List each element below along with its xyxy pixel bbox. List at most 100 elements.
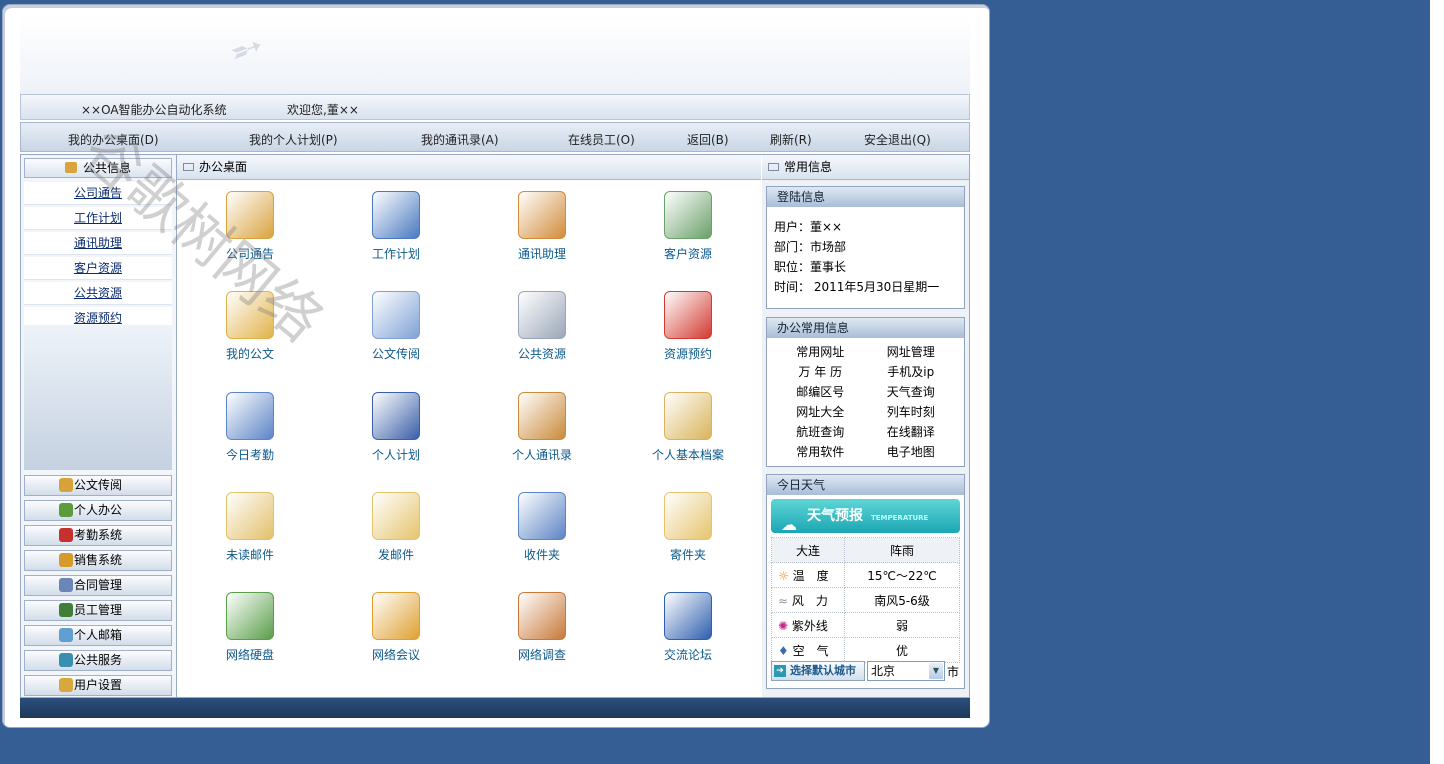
desktop-item[interactable]: 网络会议 <box>341 592 451 663</box>
forum-icon <box>664 592 712 640</box>
mailbox-icon <box>59 628 73 642</box>
selected-city: 北京 <box>871 664 896 678</box>
desktop-item-label: 公文传阅 <box>371 347 420 361</box>
menu-my-desktop[interactable]: 我的办公桌面(D) <box>68 131 159 148</box>
desktop-item[interactable]: 今日考勤 <box>195 392 305 463</box>
desktop-item[interactable]: 资源预约 <box>633 291 743 362</box>
weather-title: 今日天气 <box>767 475 964 495</box>
sidebar-group-documents[interactable]: 公文传阅 <box>24 475 172 496</box>
city-select[interactable]: 北京 ▼ <box>867 661 945 681</box>
sidebar-group-contracts[interactable]: 合同管理 <box>24 575 172 596</box>
person-icon <box>59 503 73 517</box>
sidebar-spacer <box>24 325 172 470</box>
weather-table: 大连 阵雨 ☼ 温 度 15℃～22℃ ≈ 风 力 南风5-6级 ✺ 紫外线 弱… <box>771 537 960 663</box>
desktop-item[interactable]: 寄件夹 <box>633 492 743 563</box>
desktop-item[interactable]: 个人通讯录 <box>487 392 597 463</box>
sidebar-group-label: 公文传阅 <box>73 478 122 492</box>
inbox-icon <box>518 492 566 540</box>
office-link[interactable]: 电子地图 <box>866 442 957 462</box>
desktop-item[interactable]: 交流论坛 <box>633 592 743 663</box>
office-link[interactable]: 网址大全 <box>775 402 866 422</box>
sidebar-group-mailbox[interactable]: 个人邮箱 <box>24 625 172 646</box>
weather-banner: ☁ 天气预报 TEMPERATURE <box>771 499 960 534</box>
office-link[interactable]: 手机及ip <box>866 362 957 382</box>
desktop-item[interactable]: 网络调查 <box>487 592 597 663</box>
menu-address-book[interactable]: 我的通讯录(A) <box>421 131 499 148</box>
desktop-item-label: 公共资源 <box>517 347 566 361</box>
default-city-row: ➔ 选择默认城市 北京 ▼ 市 <box>771 661 962 683</box>
weather-row-value: 南风5-6级 <box>844 587 960 613</box>
sidebar-item-comm-assistant[interactable]: 通讯助理 <box>24 232 172 255</box>
office-link[interactable]: 万 年 历 <box>775 362 866 382</box>
sidebar-item-public-resources[interactable]: 公共资源 <box>24 282 172 305</box>
sidebar-group-staff[interactable]: 员工管理 <box>24 600 172 621</box>
office-link[interactable]: 常用软件 <box>775 442 866 462</box>
desktop-item[interactable]: 公司通告 <box>195 191 305 262</box>
office-link[interactable]: 邮编区号 <box>775 382 866 402</box>
select-default-city-button[interactable]: ➔ 选择默认城市 <box>771 661 865 681</box>
sidebar-group-user-settings[interactable]: 用户设置 <box>24 675 172 696</box>
desktop-title: 办公桌面 <box>199 160 248 174</box>
office-link[interactable]: 网址管理 <box>866 342 957 362</box>
sidebar-group-label: 公共服务 <box>73 653 122 667</box>
footer-bar <box>20 698 970 718</box>
box-icon <box>59 553 73 567</box>
weather-row-label: 温 度 <box>792 568 829 583</box>
info-panel-title: 常用信息 <box>784 160 833 174</box>
login-time: 时间： 2011年5月30日星期一 <box>774 280 940 294</box>
sidebar-item-work-plan[interactable]: 工作计划 <box>24 207 172 230</box>
mail-clock-icon <box>226 492 274 540</box>
desktop-item[interactable]: 我的公文 <box>195 291 305 362</box>
desktop-item[interactable]: 发邮件 <box>341 492 451 563</box>
sidebar-group-public-info[interactable]: 公共信息 <box>24 158 172 178</box>
sidebar-group-label: 销售系统 <box>73 553 122 567</box>
sidebar-item-notice[interactable]: 公司通告 <box>24 182 172 205</box>
main-frame: 公共信息 公司通告 工作计划 通讯助理 客户资源 公共资源 资源预约 公文传阅 … <box>20 154 970 698</box>
date-14-icon <box>372 392 420 440</box>
office-link[interactable]: 在线翻译 <box>866 422 957 442</box>
sidebar-group-label: 考勤系统 <box>73 528 122 542</box>
sidebar-group-public-services[interactable]: 公共服务 <box>24 650 172 671</box>
desktop-item[interactable]: 未读邮件 <box>195 492 305 563</box>
globe-icon <box>59 653 73 667</box>
desktop-item[interactable]: 工作计划 <box>341 191 451 262</box>
desktop-item[interactable]: 收件夹 <box>487 492 597 563</box>
desktop-item[interactable]: 客户资源 <box>633 191 743 262</box>
settings-icon <box>59 678 73 692</box>
office-link[interactable]: 列车时刻 <box>866 402 957 422</box>
sidebar-group-label: 员工管理 <box>73 603 122 617</box>
menu-logout[interactable]: 安全退出(Q) <box>864 131 931 148</box>
sidebar-group-sales[interactable]: 销售系统 <box>24 550 172 571</box>
desktop-item-label: 工作计划 <box>371 247 420 261</box>
office-links-box: 办公常用信息 常用网址 网址管理万 年 历手机及ip 邮编区号 天气查询 网址大全 列车时… <box>766 317 965 467</box>
desktop-item[interactable]: 个人基本档案 <box>633 392 743 463</box>
desktop-item[interactable]: 公文传阅 <box>341 291 451 362</box>
desktop-item-label: 今日考勤 <box>225 448 274 462</box>
menu-refresh[interactable]: 刷新(R) <box>770 131 812 148</box>
office-link[interactable]: 航班查询 <box>775 422 866 442</box>
desktop-item-label: 寄件夹 <box>669 548 706 562</box>
login-user: 用户：董×× <box>774 220 843 234</box>
contact-card-icon <box>664 191 712 239</box>
desktop-item[interactable]: 通讯助理 <box>487 191 597 262</box>
desktop-item[interactable]: 个人计划 <box>341 392 451 463</box>
menu-online-staff[interactable]: 在线员工(O) <box>568 131 635 148</box>
desktop-pane: 办公桌面 公司通告 工作计划 通讯助理 客户资源我的公文 公文传阅 公共资源 资源预约今日考… <box>177 155 761 697</box>
office-link[interactable]: 常用网址 <box>775 342 866 362</box>
wind-icon: ≈ <box>778 593 789 608</box>
cloud-icon: ☁ <box>781 515 797 534</box>
window-scrollbar[interactable] <box>1430 0 1444 764</box>
sidebar-item-customers[interactable]: 客户资源 <box>24 257 172 280</box>
menu-personal-plan[interactable]: 我的个人计划(P) <box>249 131 338 148</box>
outbox-icon <box>664 492 712 540</box>
weather-row-label: 空 气 <box>792 643 829 658</box>
office-link[interactable]: 天气查询 <box>866 382 957 402</box>
desktop-item[interactable]: 公共资源 <box>487 291 597 362</box>
menu-back[interactable]: 返回(B) <box>687 131 729 148</box>
desktop-item[interactable]: 网络硬盘 <box>195 592 305 663</box>
uv-icon: ✺ <box>778 618 789 633</box>
select-city-label: 选择默认城市 <box>790 664 856 677</box>
sidebar-group-personal-office[interactable]: 个人办公 <box>24 500 172 521</box>
sidebar-group-attendance[interactable]: 考勤系统 <box>24 525 172 546</box>
send-mail-icon <box>372 492 420 540</box>
